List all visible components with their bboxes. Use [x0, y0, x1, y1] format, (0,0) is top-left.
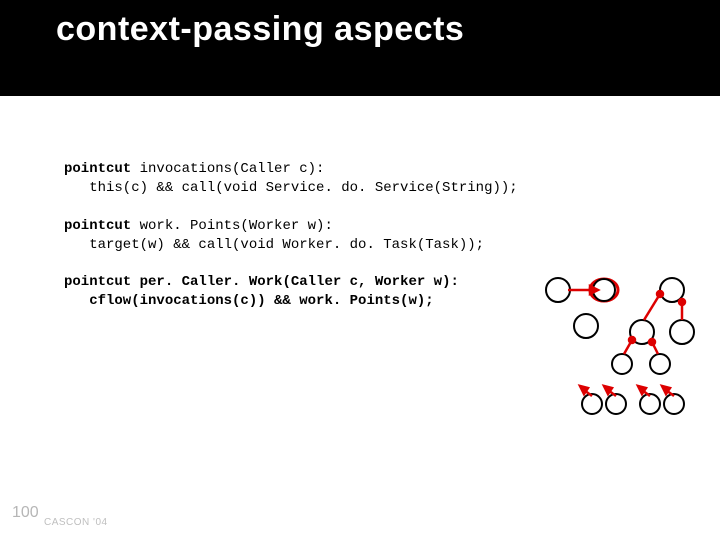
- code-line: this(c) && call(void Service. do. Servic…: [64, 180, 518, 196]
- keyword-pointcut: pointcut: [64, 218, 131, 234]
- code-line: cflow(invocations(c)) && work. Points(w)…: [64, 293, 434, 309]
- page-number: 100: [12, 504, 39, 522]
- code-line: invocations(Caller c):: [131, 161, 324, 177]
- code-line: target(w) && call(void Worker. do. Task(…: [64, 237, 484, 253]
- title-bar: context-passing aspects: [0, 0, 720, 96]
- code-line: per. Caller. Work(Caller c, Worker w):: [131, 274, 459, 290]
- code-line: work. Points(Worker w):: [131, 218, 333, 234]
- slide: context-passing aspects pointcut invocat…: [0, 0, 720, 540]
- keyword-pointcut: pointcut: [64, 274, 131, 290]
- callgraph-diagram-icon: [532, 272, 702, 432]
- keyword-pointcut: pointcut: [64, 161, 131, 177]
- slide-title: context-passing aspects: [56, 10, 464, 49]
- footer-text: CASCON '04: [44, 517, 108, 528]
